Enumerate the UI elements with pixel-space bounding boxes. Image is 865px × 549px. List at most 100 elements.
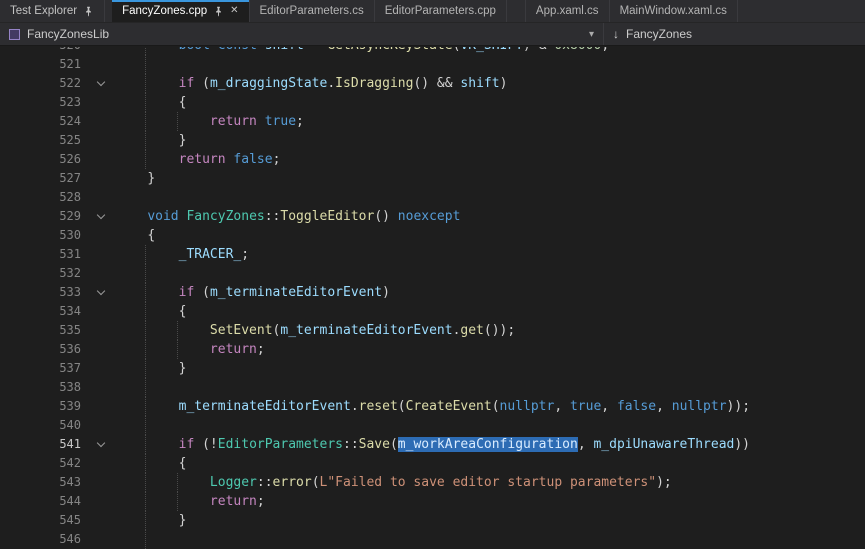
tab-app-xaml-cs[interactable]: App.xaml.cs: [525, 0, 610, 22]
token: );: [656, 475, 672, 490]
line-number[interactable]: 524: [0, 112, 88, 131]
line-number[interactable]: 526: [0, 150, 88, 169]
fold-margin[interactable]: [88, 207, 114, 226]
token: true: [570, 399, 601, 414]
line-number[interactable]: 545: [0, 511, 88, 530]
code-text: Logger::error(L"Failed to save editor st…: [114, 473, 865, 492]
code-line[interactable]: 533 if (m_terminateEditorEvent): [0, 283, 865, 302]
arrow-down-icon: ↓: [613, 27, 619, 41]
fold-chevron-icon[interactable]: [97, 78, 105, 86]
token: {: [179, 95, 187, 110]
code-line[interactable]: 532: [0, 264, 865, 283]
line-number[interactable]: 539: [0, 397, 88, 416]
line-number[interactable]: 542: [0, 454, 88, 473]
code-line[interactable]: 542 {: [0, 454, 865, 473]
code-line[interactable]: 531 _TRACER_;: [0, 245, 865, 264]
line-number[interactable]: 527: [0, 169, 88, 188]
code-line[interactable]: 520 bool const shift = GetAsyncKeyState(…: [0, 47, 865, 55]
code-line[interactable]: 522 if (m_draggingState.IsDragging() && …: [0, 74, 865, 93]
token: m_terminateEditorEvent: [210, 285, 382, 300]
line-number[interactable]: 537: [0, 359, 88, 378]
code-line[interactable]: 539 m_terminateEditorEvent.reset(CreateE…: [0, 397, 865, 416]
fold-margin: [88, 169, 114, 188]
project-name: FancyZonesLib: [27, 27, 109, 41]
tab-editorparameters-cpp[interactable]: EditorParameters.cpp: [375, 0, 507, 22]
code-line[interactable]: 544 return;: [0, 492, 865, 511]
project-dropdown[interactable]: FancyZonesLib ▾: [0, 23, 604, 45]
tab-test-explorer[interactable]: Test Explorer: [0, 0, 105, 22]
code-line[interactable]: 524 return true;: [0, 112, 865, 131]
close-icon[interactable]: ✕: [230, 6, 238, 16]
token: ;: [296, 114, 304, 129]
line-number[interactable]: 525: [0, 131, 88, 150]
code-line[interactable]: 523 {: [0, 93, 865, 112]
code-line[interactable]: 545 }: [0, 511, 865, 530]
line-number[interactable]: 521: [0, 55, 88, 74]
fold-chevron-icon[interactable]: [97, 439, 105, 447]
line-number[interactable]: 541: [0, 435, 88, 454]
line-number[interactable]: 538: [0, 378, 88, 397]
tokens: {: [116, 304, 186, 319]
code-line[interactable]: 538: [0, 378, 865, 397]
code-line[interactable]: 525 }: [0, 131, 865, 150]
indent-guide: [145, 416, 146, 435]
line-number[interactable]: 528: [0, 188, 88, 207]
code-line[interactable]: 540: [0, 416, 865, 435]
line-number[interactable]: 523: [0, 93, 88, 112]
fold-margin: [88, 302, 114, 321]
code-line[interactable]: 530 {: [0, 226, 865, 245]
pin-icon[interactable]: [213, 6, 224, 17]
token: ): [382, 285, 390, 300]
token: if: [179, 437, 195, 452]
tokens: if (m_terminateEditorEvent): [116, 285, 390, 300]
line-number[interactable]: 536: [0, 340, 88, 359]
code-line[interactable]: 537 }: [0, 359, 865, 378]
code-line[interactable]: 526 return false;: [0, 150, 865, 169]
line-number[interactable]: 540: [0, 416, 88, 435]
line-number[interactable]: 543: [0, 473, 88, 492]
fold-chevron-icon[interactable]: [97, 211, 105, 219]
code-line[interactable]: 543 Logger::error(L"Failed to save edito…: [0, 473, 865, 492]
line-number[interactable]: 533: [0, 283, 88, 302]
token: ,: [554, 399, 570, 414]
code-editor[interactable]: 520 bool const shift = GetAsyncKeyState(…: [0, 47, 865, 549]
line-number[interactable]: 535: [0, 321, 88, 340]
line-number[interactable]: 522: [0, 74, 88, 93]
code-line[interactable]: 529 void FancyZones::ToggleEditor() noex…: [0, 207, 865, 226]
code-line[interactable]: 528: [0, 188, 865, 207]
code-lines: 520 bool const shift = GetAsyncKeyState(…: [0, 47, 865, 549]
code-line[interactable]: 535 SetEvent(m_terminateEditorEvent.get(…: [0, 321, 865, 340]
token: (: [492, 399, 500, 414]
code-line[interactable]: 546: [0, 530, 865, 549]
line-number[interactable]: 520: [0, 47, 88, 55]
line-number[interactable]: 531: [0, 245, 88, 264]
code-line[interactable]: 521: [0, 55, 865, 74]
line-number[interactable]: 529: [0, 207, 88, 226]
line-number[interactable]: 530: [0, 226, 88, 245]
fold-margin[interactable]: [88, 283, 114, 302]
code-text: {: [114, 226, 865, 245]
code-line[interactable]: 536 return;: [0, 340, 865, 359]
line-number[interactable]: 544: [0, 492, 88, 511]
tokens: if (!EditorParameters::Save(m_workAreaCo…: [116, 437, 750, 452]
tab-editorparameters-cs[interactable]: EditorParameters.cs: [250, 0, 375, 22]
token: void: [147, 209, 178, 224]
member-dropdown[interactable]: ↓ FancyZones: [604, 23, 701, 45]
chevron-down-icon[interactable]: ▾: [589, 29, 594, 40]
line-number[interactable]: 532: [0, 264, 88, 283]
code-text: }: [114, 511, 865, 530]
line-number[interactable]: 546: [0, 530, 88, 549]
fold-chevron-icon[interactable]: [97, 287, 105, 295]
fold-margin: [88, 55, 114, 74]
fold-margin[interactable]: [88, 74, 114, 93]
token: ::: [257, 475, 273, 490]
pin-icon[interactable]: [83, 6, 94, 17]
code-line[interactable]: 534 {: [0, 302, 865, 321]
token: Logger: [210, 475, 257, 490]
tab-fancyzones-cpp[interactable]: FancyZones.cpp✕: [112, 0, 249, 22]
code-line[interactable]: 541 if (!EditorParameters::Save(m_workAr…: [0, 435, 865, 454]
code-line[interactable]: 527 }: [0, 169, 865, 188]
line-number[interactable]: 534: [0, 302, 88, 321]
fold-margin[interactable]: [88, 435, 114, 454]
tab-mainwindow-xaml-cs[interactable]: MainWindow.xaml.cs: [610, 0, 738, 22]
